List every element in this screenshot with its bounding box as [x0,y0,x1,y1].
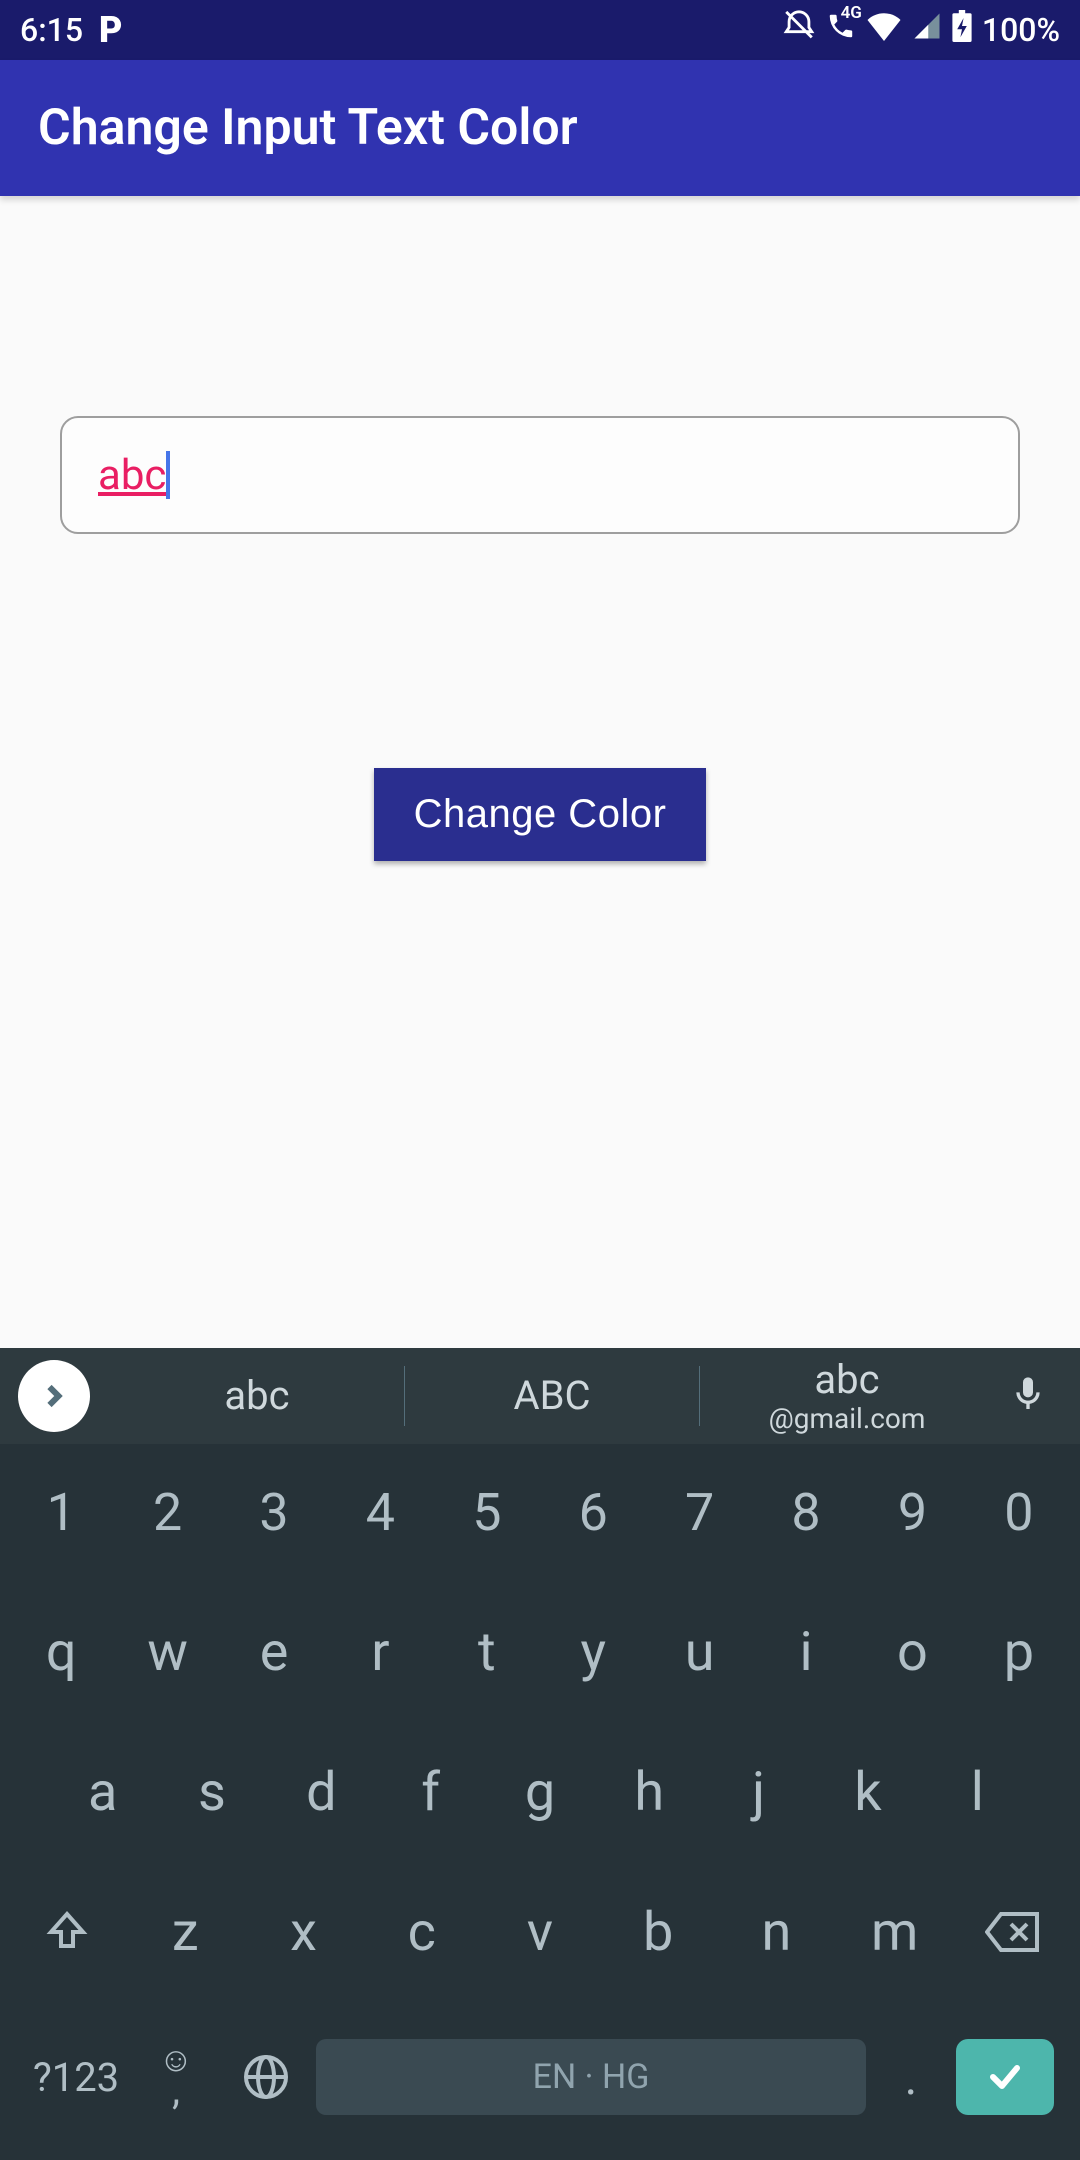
expand-button[interactable] [18,1360,90,1432]
keyboard: abc ABC abc @gmail.com 1 2 3 4 5 6 7 8 9… [0,1348,1080,2160]
status-time: 6:15 [20,11,83,49]
key-w[interactable]: w [114,1602,220,1702]
key-y[interactable]: y [540,1602,646,1702]
qwerty-row-1: q w e r t y u i o p [8,1602,1072,1702]
key-6[interactable]: 6 [540,1462,646,1562]
key-g[interactable]: g [485,1742,594,1842]
keyboard-rows: 1 2 3 4 5 6 7 8 9 0 q w e r t y u i o p … [0,1444,1080,2160]
key-b[interactable]: b [599,1882,717,1982]
shift-key[interactable] [8,1882,126,1982]
app-bar: Change Input Text Color [0,60,1080,196]
language-key[interactable] [226,2032,306,2122]
key-n[interactable]: n [717,1882,835,1982]
key-i[interactable]: i [753,1602,859,1702]
emoji-key[interactable]: ☺ , [136,2032,216,2122]
key-r[interactable]: r [327,1602,433,1702]
signal-icon [912,11,942,49]
fourG-label: 4G [841,3,862,23]
suggestion-3-sub: @gmail.com [769,1403,926,1435]
key-v[interactable]: v [481,1882,599,1982]
key-c[interactable]: c [363,1882,481,1982]
page-title: Change Input Text Color [38,99,578,157]
suggestion-bar: abc ABC abc @gmail.com [0,1348,1080,1444]
key-s[interactable]: s [157,1742,266,1842]
symbols-key[interactable]: ?123 [26,2032,126,2122]
key-k[interactable]: k [813,1742,922,1842]
key-a[interactable]: a [48,1742,157,1842]
text-input[interactable]: abc [60,416,1020,534]
number-row: 1 2 3 4 5 6 7 8 9 0 [8,1462,1072,1562]
suggestion-3[interactable]: abc @gmail.com [700,1366,994,1426]
key-o[interactable]: o [859,1602,965,1702]
pandora-icon: P [99,9,122,51]
key-d[interactable]: d [267,1742,376,1842]
key-7[interactable]: 7 [646,1462,752,1562]
comma-label: , [172,2074,180,2108]
key-u[interactable]: u [646,1602,752,1702]
qwerty-row-3: z x c v b n m [8,1882,1072,1982]
key-2[interactable]: 2 [114,1462,220,1562]
key-5[interactable]: 5 [434,1462,540,1562]
input-value: abc [98,451,166,500]
key-1[interactable]: 1 [8,1462,114,1562]
suggestion-1-text: abc [224,1373,289,1419]
key-3[interactable]: 3 [221,1462,327,1562]
key-q[interactable]: q [8,1602,114,1702]
battery-percent: 100% [982,11,1060,49]
button-container: Change Color [60,768,1020,861]
bottom-row: ?123 ☺ , EN · HG . [8,2022,1072,2140]
key-t[interactable]: t [434,1602,540,1702]
phone-4g-icon: 4G [826,11,856,49]
qwerty-row-2: a s d f g h j k l [8,1742,1072,1842]
suggestion-2[interactable]: ABC [405,1366,700,1426]
status-left: 6:15 P [20,9,122,51]
mic-icon[interactable] [994,1371,1062,1421]
key-j[interactable]: j [704,1742,813,1842]
suggestion-2-text: ABC [513,1373,590,1419]
alarm-off-icon [782,9,816,51]
battery-charging-icon [952,10,972,50]
key-e[interactable]: e [221,1602,327,1702]
enter-key[interactable] [956,2039,1054,2115]
key-9[interactable]: 9 [859,1462,965,1562]
suggestion-1[interactable]: abc [110,1366,405,1426]
text-cursor [166,451,170,499]
key-0[interactable]: 0 [966,1462,1072,1562]
status-right: 4G 100% [782,9,1060,51]
change-color-button[interactable]: Change Color [374,768,707,861]
key-z[interactable]: z [126,1882,244,1982]
key-8[interactable]: 8 [753,1462,859,1562]
suggestions: abc ABC abc @gmail.com [110,1348,994,1444]
key-4[interactable]: 4 [327,1462,433,1562]
key-m[interactable]: m [836,1882,954,1982]
key-h[interactable]: h [595,1742,704,1842]
key-x[interactable]: x [244,1882,362,1982]
key-p[interactable]: p [966,1602,1072,1702]
key-l[interactable]: l [923,1742,1032,1842]
space-key[interactable]: EN · HG [316,2039,866,2115]
backspace-key[interactable] [954,1882,1072,1982]
period-key[interactable]: . [876,2032,946,2122]
key-f[interactable]: f [376,1742,485,1842]
wifi-icon [866,11,902,49]
status-bar: 6:15 P 4G 100% [0,0,1080,60]
suggestion-3-main: abc [814,1357,879,1403]
content-area: abc Change Color [0,416,1080,1116]
